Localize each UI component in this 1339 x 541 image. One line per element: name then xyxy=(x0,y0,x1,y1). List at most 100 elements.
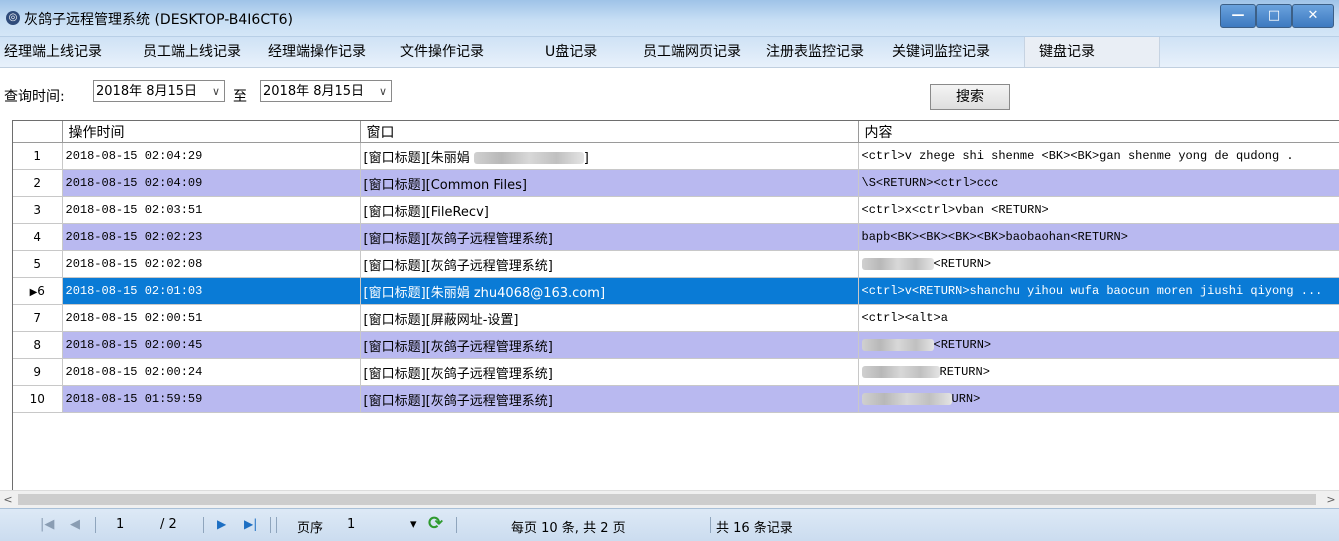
cell-time[interactable]: 2018-08-15 02:04:29 xyxy=(62,142,361,170)
cell-content[interactable]: <ctrl>v<RETURN>shanchu yihou wufa baocun… xyxy=(858,277,1339,305)
column-header-content[interactable]: 内容 xyxy=(858,121,1339,143)
next-page-icon[interactable]: ▶ xyxy=(217,517,226,531)
row-number: 9 xyxy=(13,358,63,386)
date-from-picker[interactable]: 2018年 8月15日 ∨ xyxy=(93,80,225,102)
grid-header: 操作时间 窗口 内容 xyxy=(13,121,1339,143)
date-to-value: 2018年 8月15日 xyxy=(263,84,365,99)
cell-window[interactable]: [窗口标题][灰鸽子远程管理系统] xyxy=(360,331,859,359)
divider xyxy=(203,517,204,533)
row-number: 7 xyxy=(13,304,63,332)
tab-file-ops[interactable]: 文件操作记录 xyxy=(400,37,484,67)
row-number: 4 xyxy=(13,223,63,251)
row-number-text: 6 xyxy=(37,284,45,298)
to-label: 至 xyxy=(233,89,247,105)
chevron-down-icon: ∨ xyxy=(378,85,387,98)
table-row[interactable]: 4 2018-08-15 02:02:23 [窗口标题][灰鸽子远程管理系统] … xyxy=(13,223,1339,251)
tab-usb[interactable]: U盘记录 xyxy=(545,37,597,67)
cell-time[interactable]: 2018-08-15 01:59:59 xyxy=(62,385,361,413)
cell-content[interactable]: \S<RETURN><ctrl>ccc xyxy=(858,169,1339,197)
row-number: 5 xyxy=(13,250,63,278)
cell-content[interactable]: <ctrl>v zhege shi shenme <BK><BK>gan she… xyxy=(858,142,1339,170)
cell-time[interactable]: 2018-08-15 02:01:03 xyxy=(62,277,361,305)
cell-window[interactable]: [窗口标题][灰鸽子远程管理系统] xyxy=(360,250,859,278)
table-row[interactable]: 8 2018-08-15 02:00:45 [窗口标题][灰鸽子远程管理系统] … xyxy=(13,331,1339,359)
window-title-text: [窗口标题][朱丽娟 xyxy=(363,150,470,166)
cell-window[interactable]: [窗口标题][灰鸽子远程管理系统] xyxy=(360,385,859,413)
cell-window[interactable]: [窗口标题][朱丽娟] xyxy=(360,142,859,170)
first-page-icon[interactable]: |◀ xyxy=(40,517,54,532)
pagination-bar: |◀ ◀ 1 / 2 ▶ ▶| 页序 1 ▾ ⟳ 每页 10 条, 共 2 页 … xyxy=(0,508,1339,541)
cell-time[interactable]: 2018-08-15 02:00:51 xyxy=(62,304,361,332)
table-row[interactable]: 1 2018-08-15 02:04:29 [窗口标题][朱丽娟] <ctrl>… xyxy=(13,142,1339,170)
date-from-value: 2018年 8月15日 xyxy=(96,84,198,99)
query-time-label: 查询时间: xyxy=(4,89,65,105)
cell-window[interactable]: [窗口标题][灰鸽子远程管理系统] xyxy=(360,223,859,251)
row-number: 1 xyxy=(13,142,63,170)
divider xyxy=(710,517,711,533)
tab-employee-online[interactable]: 员工端上线记录 xyxy=(143,37,241,67)
page-select-value[interactable]: 1 xyxy=(347,517,355,532)
window-titlebar: ◎ 灰鸽子远程管理系统 (DESKTOP-B4I6CT6) — □ ✕ xyxy=(0,0,1339,37)
filter-bar: 查询时间: 2018年 8月15日 ∨ 至 2018年 8月15日 ∨ 搜索 xyxy=(0,68,1339,118)
record-tabs: 经理端上线记录 员工端上线记录 经理端操作记录 文件操作记录 U盘记录 员工端网… xyxy=(0,37,1339,68)
cell-time[interactable]: 2018-08-15 02:04:09 xyxy=(62,169,361,197)
tab-registry[interactable]: 注册表监控记录 xyxy=(766,37,864,67)
cell-window[interactable]: [窗口标题][屏蔽网址-设置] xyxy=(360,304,859,332)
cell-content[interactable]: <ctrl><alt>a xyxy=(858,304,1339,332)
table-row[interactable]: 5 2018-08-15 02:02:08 [窗口标题][灰鸽子远程管理系统] … xyxy=(13,250,1339,278)
row-number: 2 xyxy=(13,169,63,197)
maximize-button[interactable]: □ xyxy=(1256,4,1292,28)
cell-time[interactable]: 2018-08-15 02:02:23 xyxy=(62,223,361,251)
row-number: 3 xyxy=(13,196,63,224)
cell-window[interactable]: [窗口标题][Common Files] xyxy=(360,169,859,197)
cell-time[interactable]: 2018-08-15 02:00:45 xyxy=(62,331,361,359)
cell-content[interactable]: <RETURN> xyxy=(858,331,1339,359)
redacted-blur xyxy=(861,365,940,378)
cell-window[interactable]: [窗口标题][灰鸽子远程管理系统] xyxy=(360,358,859,386)
minimize-button[interactable]: — xyxy=(1220,4,1256,28)
page-order-label: 页序 xyxy=(297,521,324,536)
cell-window[interactable]: [窗口标题][朱丽娟 zhu4068@163.com] xyxy=(360,277,859,305)
table-row[interactable]: 9 2018-08-15 02:00:24 [窗口标题][灰鸽子远程管理系统] … xyxy=(13,358,1339,386)
search-button[interactable]: 搜索 xyxy=(930,84,1010,110)
keyboard-log-grid[interactable]: 操作时间 窗口 内容 1 2018-08-15 02:04:29 [窗口标题][… xyxy=(12,120,1339,491)
chevron-down-icon[interactable]: ▾ xyxy=(410,517,417,532)
cell-content[interactable]: <RETURN> xyxy=(858,250,1339,278)
tab-manager-online[interactable]: 经理端上线记录 xyxy=(4,37,102,67)
table-row[interactable]: 3 2018-08-15 02:03:51 [窗口标题][FileRecv] <… xyxy=(13,196,1339,224)
table-row[interactable]: 2 2018-08-15 02:04:09 [窗口标题][Common File… xyxy=(13,169,1339,197)
date-to-picker[interactable]: 2018年 8月15日 ∨ xyxy=(260,80,392,102)
divider xyxy=(95,517,96,533)
cell-time[interactable]: 2018-08-15 02:03:51 xyxy=(62,196,361,224)
cell-content[interactable]: <ctrl>x<ctrl>vban <RETURN> xyxy=(858,196,1339,224)
table-row[interactable]: 10 2018-08-15 01:59:59 [窗口标题][灰鸽子远程管理系统]… xyxy=(13,385,1339,413)
tab-keyword[interactable]: 关键词监控记录 xyxy=(892,37,990,67)
column-header-window[interactable]: 窗口 xyxy=(360,121,859,143)
refresh-icon[interactable]: ⟳ xyxy=(428,513,443,534)
close-button[interactable]: ✕ xyxy=(1292,4,1334,28)
current-page-input[interactable]: 1 xyxy=(116,517,124,532)
redacted-blur xyxy=(861,392,952,405)
last-page-icon[interactable]: ▶| xyxy=(244,517,257,531)
row-number: 8 xyxy=(13,331,63,359)
horizontal-scrollbar[interactable]: < > xyxy=(0,490,1339,508)
cell-content[interactable]: bapb<BK><BK><BK><BK>baobaohan<RETURN> xyxy=(858,223,1339,251)
divider xyxy=(276,517,277,533)
tab-keyboard[interactable]: 键盘记录 xyxy=(1024,37,1160,67)
table-row[interactable]: 7 2018-08-15 02:00:51 [窗口标题][屏蔽网址-设置] <c… xyxy=(13,304,1339,332)
tab-manager-ops[interactable]: 经理端操作记录 xyxy=(268,37,366,67)
column-header-time[interactable]: 操作时间 xyxy=(62,121,361,143)
cell-content[interactable]: RETURN> xyxy=(858,358,1339,386)
divider xyxy=(270,517,271,533)
cell-window[interactable]: [窗口标题][FileRecv] xyxy=(360,196,859,224)
table-row-selected[interactable]: ▶6 2018-08-15 02:01:03 [窗口标题][朱丽娟 zhu406… xyxy=(13,277,1339,305)
scrollbar-thumb[interactable] xyxy=(18,494,1316,505)
scroll-left-icon[interactable]: < xyxy=(0,491,16,508)
cell-time[interactable]: 2018-08-15 02:00:24 xyxy=(62,358,361,386)
cell-content[interactable]: URN> xyxy=(858,385,1339,413)
prev-page-icon[interactable]: ◀ xyxy=(70,517,80,532)
cell-time[interactable]: 2018-08-15 02:02:08 xyxy=(62,250,361,278)
row-number: 10 xyxy=(13,385,63,413)
tab-employee-web[interactable]: 员工端网页记录 xyxy=(643,37,741,67)
scroll-right-icon[interactable]: > xyxy=(1323,491,1339,508)
